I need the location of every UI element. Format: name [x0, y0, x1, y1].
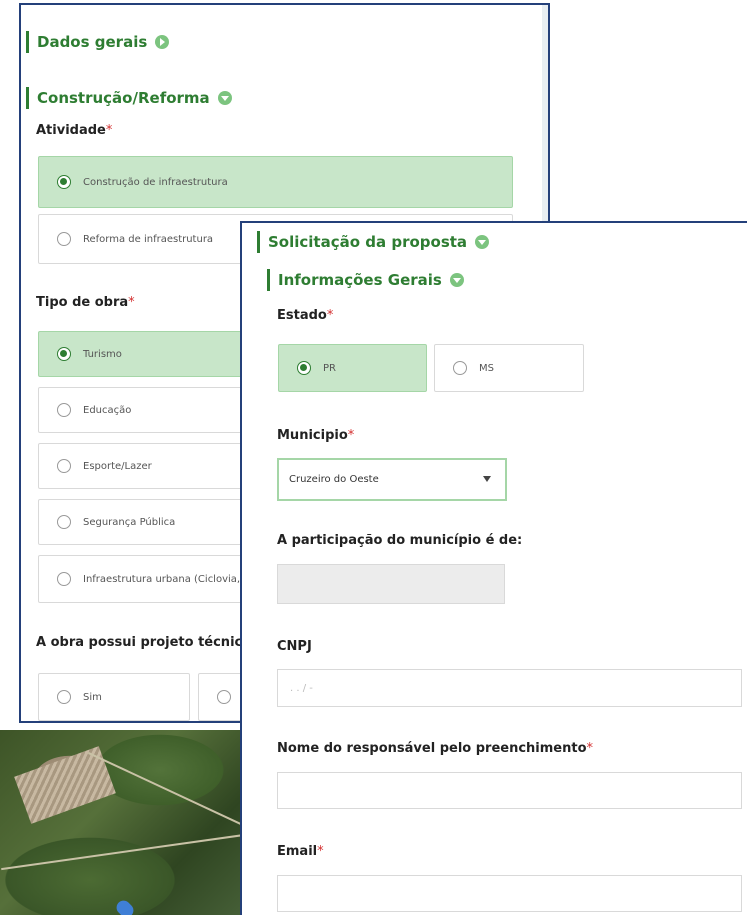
section-informacoes-gerais[interactable]: Informações Gerais [267, 269, 464, 291]
section-dados-gerais[interactable]: Dados gerais [26, 31, 170, 53]
dropdown-arrow-icon[interactable] [483, 476, 491, 482]
radio-selected-icon[interactable] [57, 347, 71, 361]
email-input[interactable] [277, 875, 742, 912]
map-road [1, 831, 259, 871]
responsavel-input[interactable] [277, 772, 742, 809]
participacao-label: A participação do município é de: [277, 533, 523, 548]
participacao-field [277, 564, 505, 604]
projeto-tecnico-option-sim[interactable]: Sim [38, 673, 190, 721]
section-title: Informações Gerais [278, 271, 442, 289]
estado-label: Estado* [277, 308, 334, 323]
estado-option-pr[interactable]: PR [278, 344, 427, 392]
collapse-down-icon[interactable] [217, 91, 232, 105]
section-construcao-reforma[interactable]: Construção/Reforma [26, 87, 232, 109]
cnpj-label: CNPJ [277, 639, 312, 654]
municipio-select[interactable]: Cruzeiro do Oeste [277, 458, 507, 501]
radio-icon[interactable] [57, 459, 71, 473]
collapse-down-icon[interactable] [449, 273, 464, 287]
projeto-tecnico-label: A obra possui projeto técnico c [36, 635, 264, 650]
map-pin-icon[interactable] [113, 897, 137, 915]
atividade-label: Atividade* [36, 123, 113, 138]
radio-selected-icon[interactable] [297, 361, 311, 375]
proposal-form-panel: Solicitação da proposta Informações Gera… [240, 221, 747, 915]
section-title: Solicitação da proposta [268, 233, 468, 251]
section-title: Dados gerais [37, 33, 148, 51]
radio-selected-icon[interactable] [57, 175, 71, 189]
expand-right-icon[interactable] [155, 35, 170, 49]
email-label: Email* [277, 844, 324, 859]
section-solicitacao[interactable]: Solicitação da proposta [257, 231, 490, 253]
satellite-map[interactable] [0, 730, 260, 915]
section-title: Construção/Reforma [37, 89, 210, 107]
collapse-down-icon[interactable] [475, 235, 490, 249]
municipio-label: Municipio* [277, 428, 355, 443]
tipo-obra-label: Tipo de obra* [36, 295, 135, 310]
radio-icon[interactable] [57, 403, 71, 417]
estado-option-ms[interactable]: MS [434, 344, 584, 392]
cnpj-input[interactable]: . . / - [277, 669, 742, 707]
radio-icon[interactable] [453, 361, 467, 375]
responsavel-label: Nome do responsável pelo preenchimento* [277, 741, 594, 756]
atividade-option-construcao[interactable]: Construção de infraestrutura [38, 156, 513, 208]
radio-icon[interactable] [57, 515, 71, 529]
radio-icon[interactable] [57, 690, 71, 704]
radio-icon[interactable] [57, 572, 71, 586]
radio-icon[interactable] [57, 232, 71, 246]
radio-icon[interactable] [217, 690, 231, 704]
